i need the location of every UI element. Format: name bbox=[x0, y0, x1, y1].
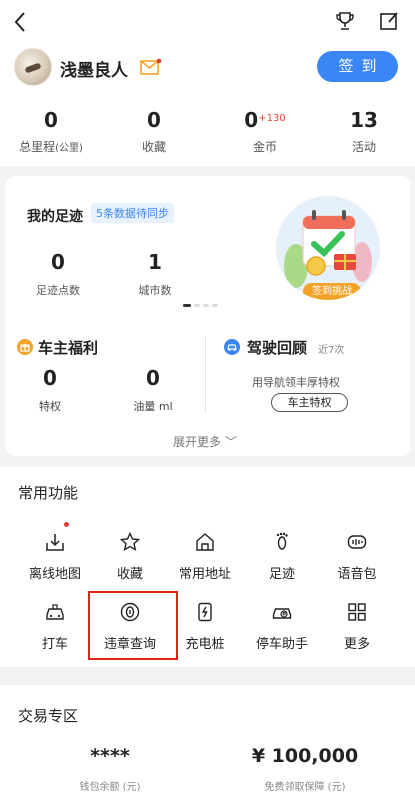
func-label: 常用地址 bbox=[178, 567, 231, 582]
stat-label: 总里程(公里) bbox=[19, 140, 83, 154]
stat-value: 0 bbox=[43, 366, 57, 390]
stat-activities[interactable]: 13 活动 bbox=[335, 108, 393, 155]
violation-query-highlight bbox=[88, 591, 178, 660]
grid-more-icon bbox=[346, 601, 368, 623]
owner-privilege-button[interactable]: 车主特权 bbox=[271, 393, 348, 412]
func-label: 充电桩 bbox=[185, 637, 225, 652]
stat-label: 城市数 bbox=[138, 284, 172, 297]
wallet-balance-value[interactable]: **** bbox=[40, 745, 180, 767]
car-icon bbox=[224, 339, 240, 355]
func-more[interactable]: 更多 bbox=[319, 601, 395, 652]
stat-label: 金币 bbox=[252, 140, 277, 154]
profile-section: 浅墨良人 签到 0 总里程(公里) 0 收藏 0+130 金币 13 活动 bbox=[0, 44, 415, 166]
func-offline-map[interactable]: 离线地图 bbox=[17, 531, 93, 582]
benefit-privileges[interactable]: 0 特权 bbox=[27, 366, 73, 414]
stat-value: 0+130 bbox=[244, 108, 286, 132]
trade-zone-card: 交易专区 **** 钱包余额 (元) ¥ 100,000 免费领取保障 (元) bbox=[0, 685, 415, 802]
notification-dot bbox=[64, 522, 69, 527]
home-address-icon bbox=[194, 531, 216, 553]
sign-challenge-banner[interactable]: 签到挑战 bbox=[276, 196, 380, 300]
voice-pack-icon bbox=[346, 531, 368, 553]
chevron-left-icon[interactable] bbox=[10, 9, 32, 35]
footprint-card: 我的足迹 5条数据待同步 0 足迹点数 1 城市数 签到挑战 车主福利 0 特权… bbox=[5, 176, 410, 456]
driving-review-title[interactable]: 驾驶回顾 bbox=[247, 337, 307, 358]
sign-challenge-label: 签到挑战 bbox=[303, 283, 361, 300]
func-label: 收藏 bbox=[116, 567, 143, 582]
offline-map-icon bbox=[44, 531, 66, 553]
guarantee-label: 免费领取保障 (元) bbox=[264, 782, 346, 793]
benefit-fuel[interactable]: 0 油量 ml bbox=[123, 366, 183, 414]
stat-favorites[interactable]: 0 收藏 bbox=[125, 108, 183, 155]
footprint-cities[interactable]: 1 城市数 bbox=[127, 250, 183, 298]
gift-icon bbox=[17, 339, 33, 355]
mail-icon[interactable] bbox=[140, 58, 162, 75]
charging-pile-icon bbox=[194, 601, 216, 623]
stat-label: 油量 ml bbox=[133, 400, 173, 413]
divider bbox=[205, 337, 206, 413]
func-parking-assistant[interactable]: 停车助手 bbox=[244, 601, 320, 652]
driving-review-sub: 近7次 bbox=[318, 345, 345, 356]
trade-zone-title: 交易专区 bbox=[18, 707, 79, 725]
footprint-icon bbox=[271, 531, 293, 553]
avatar[interactable] bbox=[14, 48, 52, 86]
edit-icon[interactable] bbox=[379, 10, 399, 32]
func-label: 更多 bbox=[343, 637, 370, 652]
sync-badge[interactable]: 5条数据待同步 bbox=[91, 203, 174, 223]
parking-assistant-icon bbox=[271, 601, 293, 623]
top-bar bbox=[0, 0, 415, 44]
expand-more-link[interactable]: 展开更多 ﹀ bbox=[173, 433, 237, 450]
owner-benefits-title[interactable]: 车主福利 bbox=[38, 337, 98, 358]
stat-total-mileage[interactable]: 0 总里程(公里) bbox=[12, 108, 90, 155]
stat-value: 0 bbox=[146, 366, 160, 390]
stat-label: 特权 bbox=[39, 400, 61, 413]
taxi-icon bbox=[44, 601, 66, 623]
stat-label: 收藏 bbox=[141, 140, 166, 154]
func-voice-pack[interactable]: 语音包 bbox=[319, 531, 395, 582]
stat-value: 0 bbox=[44, 108, 58, 132]
func-charging-pile[interactable]: 充电桩 bbox=[167, 601, 243, 652]
driving-review-text: 用导航领丰厚特权 bbox=[252, 376, 340, 389]
common-functions-card: 常用功能 离线地图 收藏 常用地址 足迹 语音包 打车 违章查询 充电桩 停车助… bbox=[0, 467, 415, 667]
stat-value: 0 bbox=[147, 108, 161, 132]
star-icon bbox=[119, 531, 141, 553]
wallet-balance-label: 钱包余额 (元) bbox=[79, 782, 141, 793]
sign-in-button[interactable]: 签到 bbox=[317, 51, 398, 82]
func-favorites[interactable]: 收藏 bbox=[92, 531, 168, 582]
func-label: 离线地图 bbox=[28, 567, 81, 582]
func-footprint[interactable]: 足迹 bbox=[244, 531, 320, 582]
stat-value: 13 bbox=[350, 108, 378, 132]
stat-value: 1 bbox=[148, 250, 162, 274]
stat-label: 足迹点数 bbox=[36, 284, 80, 297]
stat-value: 0 bbox=[51, 250, 65, 274]
guarantee-value[interactable]: ¥ 100,000 bbox=[230, 745, 380, 767]
username[interactable]: 浅墨良人 bbox=[60, 56, 128, 81]
func-common-address[interactable]: 常用地址 bbox=[167, 531, 243, 582]
stat-label: 活动 bbox=[351, 140, 376, 154]
footprint-points[interactable]: 0 足迹点数 bbox=[25, 250, 91, 298]
trophy-icon[interactable] bbox=[335, 10, 355, 32]
func-label: 打车 bbox=[41, 637, 68, 652]
footprint-title: 我的足迹 bbox=[27, 209, 83, 225]
carousel-dots bbox=[183, 304, 221, 308]
func-label: 语音包 bbox=[337, 567, 377, 582]
func-label: 停车助手 bbox=[255, 637, 308, 652]
stat-coins[interactable]: 0+130 金币 bbox=[230, 108, 300, 155]
func-taxi[interactable]: 打车 bbox=[17, 601, 93, 652]
common-functions-title: 常用功能 bbox=[18, 484, 79, 502]
func-label: 足迹 bbox=[268, 567, 295, 582]
